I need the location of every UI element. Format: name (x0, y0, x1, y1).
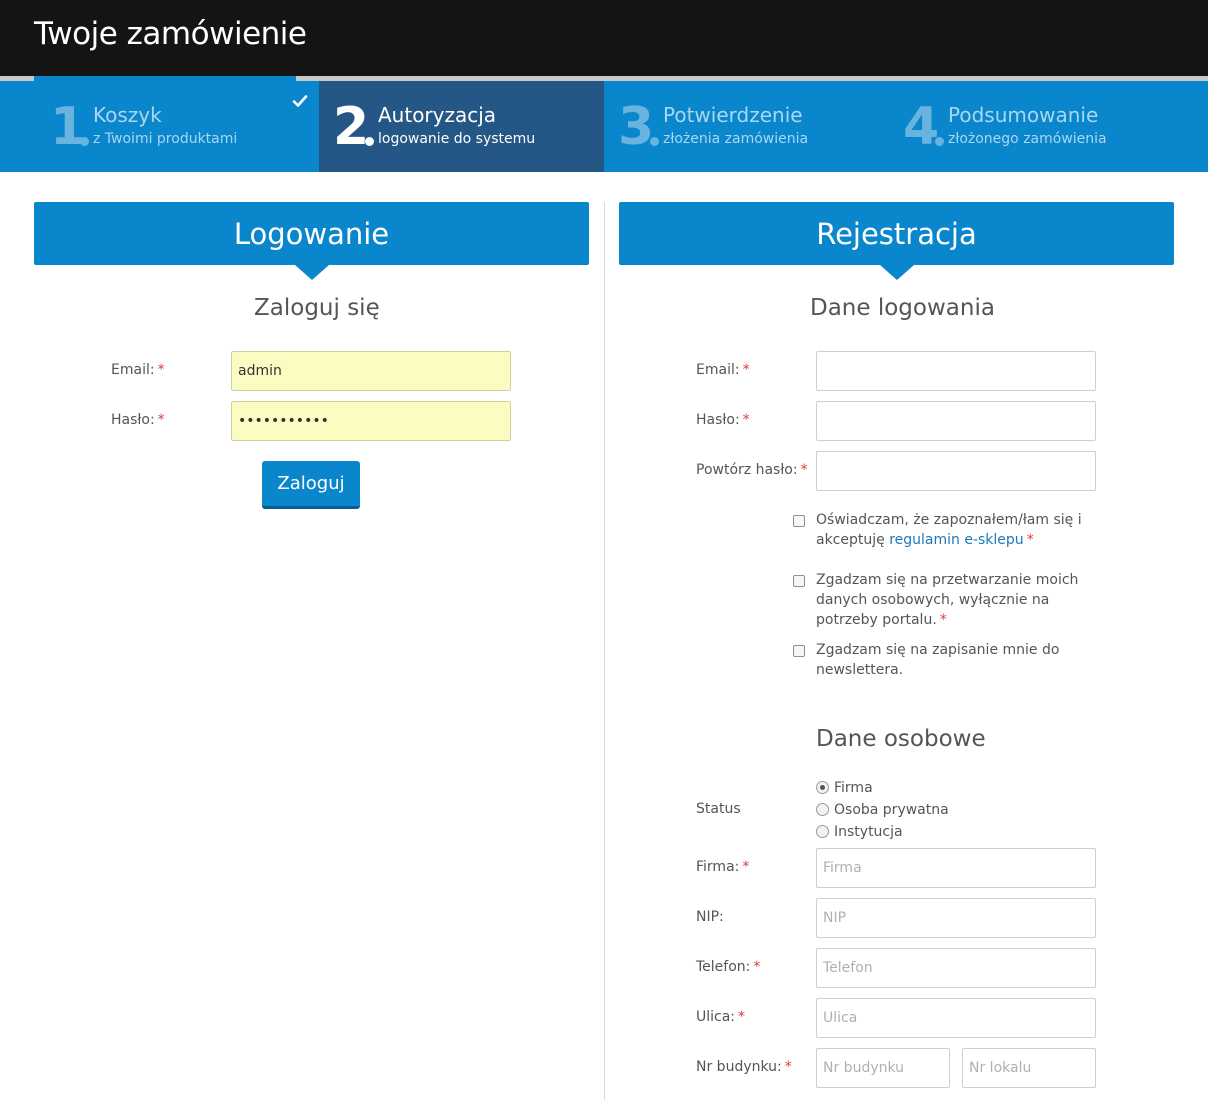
checkout-steps: 1 Koszyk z Twoimi produktami 2 Autoryzac… (0, 81, 1208, 172)
step-confirmation[interactable]: 3 Potwierdzenie złożenia zamówienia (604, 81, 889, 172)
phone-label: Telefon: * (696, 959, 761, 975)
building-label: Nr budynku: * (696, 1059, 792, 1075)
step-sublabel: z Twoimi produktami (93, 131, 238, 147)
status-radio-institution[interactable] (816, 825, 829, 838)
step-dot (650, 137, 659, 146)
company-label: Firma: * (696, 859, 750, 875)
header-pointer (294, 265, 329, 280)
status-option-private: Osoba prywatna (834, 802, 949, 818)
apartment-number-input[interactable] (962, 1048, 1096, 1088)
login-password-label: Hasło: * (111, 412, 165, 428)
street-input[interactable] (816, 998, 1096, 1038)
street-label: Ulica: * (696, 1009, 746, 1025)
step-dot (935, 137, 944, 146)
register-password-label: Hasło: * (696, 412, 750, 428)
step-sublabel: złożenia zamówienia (663, 131, 809, 147)
step-number: 4 (903, 97, 940, 157)
repeat-password-input[interactable] (816, 451, 1096, 491)
top-bar: Twoje zamówienie (0, 0, 1208, 76)
register-email-input[interactable] (816, 351, 1096, 391)
step-dot (365, 137, 374, 146)
login-button[interactable]: Zaloguj (262, 461, 360, 509)
terms-link[interactable]: regulamin e-sklepu (889, 532, 1023, 548)
step-authorization[interactable]: 2 Autoryzacja logowanie do systemu (319, 81, 604, 172)
step-sublabel: logowanie do systemu (378, 131, 536, 147)
register-panel-header: Rejestracja (619, 202, 1174, 280)
step-label: Koszyk (93, 103, 162, 127)
step-number: 3 (618, 97, 655, 157)
status-label: Status (696, 801, 741, 817)
terms-checkbox[interactable] (793, 515, 805, 527)
login-panel-title: Logowanie (233, 217, 390, 251)
nip-label: NIP: (696, 909, 724, 925)
checkmark-icon (292, 95, 308, 107)
page-title: Twoje zamówienie (34, 16, 307, 52)
step-dot (80, 137, 89, 146)
login-data-heading: Dane logowania (810, 295, 995, 321)
register-password-input[interactable] (816, 401, 1096, 441)
personal-data-heading: Dane osobowe (816, 726, 986, 752)
header-pointer (879, 265, 914, 280)
column-divider (604, 202, 605, 1100)
login-password-input[interactable] (231, 401, 511, 441)
step-sublabel: złożonego zamówienia (948, 131, 1107, 147)
register-email-label: Email: * (696, 362, 750, 378)
register-panel-title: Rejestracja (816, 217, 977, 251)
terms-text: Oświadczam, że zapoznałem/łam się i akce… (816, 512, 1082, 548)
login-email-label: Email: * (111, 362, 165, 378)
phone-input[interactable] (816, 948, 1096, 988)
building-number-input[interactable] (816, 1048, 950, 1088)
nip-input[interactable] (816, 898, 1096, 938)
login-subtitle: Zaloguj się (254, 295, 380, 321)
step-number: 2 (333, 97, 370, 157)
step-label: Potwierdzenie (663, 103, 803, 127)
step-number: 1 (50, 97, 87, 157)
newsletter-checkbox[interactable] (793, 645, 805, 657)
status-option-company: Firma (834, 780, 873, 796)
privacy-checkbox[interactable] (793, 575, 805, 587)
step-cart[interactable]: 1 Koszyk z Twoimi produktami (0, 81, 319, 172)
company-input[interactable] (816, 848, 1096, 888)
step-label: Autoryzacja (378, 103, 497, 127)
privacy-text: Zgadzam się na przetwarzanie moich danyc… (816, 572, 1079, 628)
status-radio-private[interactable] (816, 803, 829, 816)
status-option-institution: Instytucja (834, 824, 903, 840)
step-label: Podsumowanie (948, 103, 1099, 127)
status-radio-company[interactable] (816, 781, 829, 794)
newsletter-text: Zgadzam się na zapisanie mnie do newslet… (816, 642, 1060, 678)
login-email-input[interactable] (231, 351, 511, 391)
step-summary[interactable]: 4 Podsumowanie złożonego zamówienia (889, 81, 1208, 172)
repeat-password-label: Powtórz hasło: * (696, 462, 808, 478)
login-panel-header: Logowanie (34, 202, 589, 280)
